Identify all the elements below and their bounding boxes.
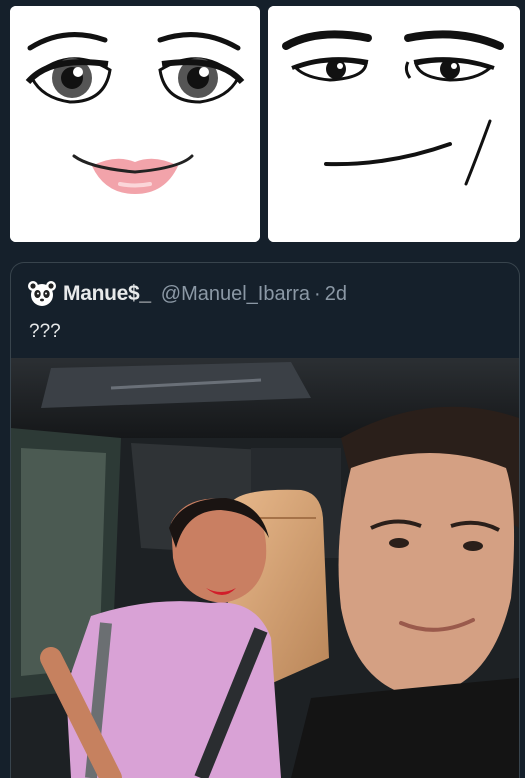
avatar[interactable] (27, 279, 57, 309)
tweet-text: ??? (29, 321, 61, 342)
tweet-header: Manue$_ @Manuel_Ibarra · 2d (27, 279, 347, 309)
panda-icon (28, 281, 56, 306)
roblox-man-face-icon (268, 6, 520, 242)
car-selfie-photo-icon (11, 358, 519, 778)
face-images (0, 0, 525, 250)
tweet-photo[interactable] (11, 358, 519, 778)
timestamp[interactable]: 2d (325, 283, 347, 306)
quoted-tweet[interactable]: Manue$_ @Manuel_Ibarra · 2d ??? (10, 262, 520, 778)
man-face-image (268, 6, 520, 242)
roblox-woman-face-icon (10, 6, 260, 242)
separator-dot: · (314, 282, 321, 305)
display-name[interactable]: Manue$_ (63, 282, 151, 306)
woman-face-image (10, 6, 260, 242)
username-handle[interactable]: @Manuel_Ibarra (161, 283, 310, 306)
